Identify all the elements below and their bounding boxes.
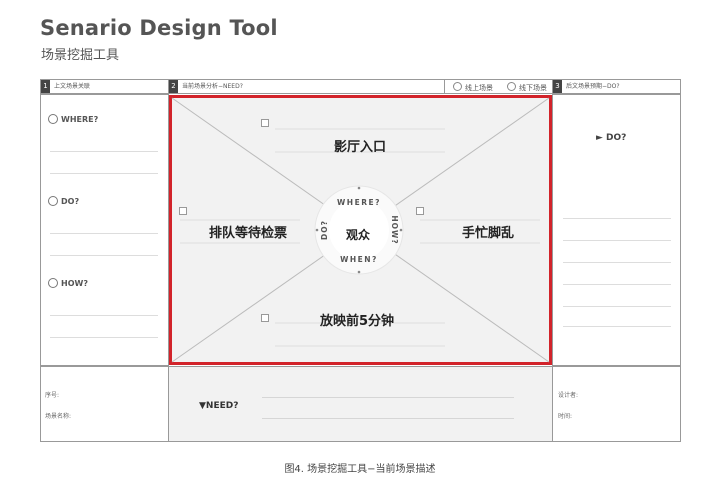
right-line — [563, 262, 671, 263]
ring-word-how: HOW? — [390, 215, 399, 244]
right-line — [563, 218, 671, 219]
scene-top: 影厅入口 — [334, 140, 387, 155]
ring-dot — [399, 228, 403, 232]
need-line — [262, 418, 514, 419]
scene-right: 手忙脚乱 — [462, 226, 515, 241]
ring-dot — [357, 186, 361, 190]
ring-dot — [315, 228, 319, 232]
hub-label: 观众 — [346, 228, 371, 242]
scene-left: 排队等待检票 — [209, 226, 288, 241]
checkbox-left[interactable] — [179, 207, 187, 215]
ring-word-when: WHEN? — [340, 255, 378, 264]
figure-caption: 图4. 场景挖掘工具−当前场景描述 — [284, 464, 436, 475]
need-line — [262, 397, 514, 398]
field-serial: 序号: — [45, 392, 60, 399]
right-line — [563, 306, 671, 307]
right-line — [563, 326, 671, 327]
field-designer: 设计者: — [558, 392, 579, 399]
bottom-left-panel — [40, 366, 169, 442]
ring-word-do: DO? — [320, 220, 329, 240]
checkbox-bottom[interactable] — [261, 314, 269, 322]
right-line — [563, 284, 671, 285]
bottom-right-panel — [552, 366, 681, 442]
field-scene-name: 场景名称: — [45, 413, 72, 420]
checkbox-right[interactable] — [416, 207, 424, 215]
checkbox-top[interactable] — [261, 119, 269, 127]
right-line — [563, 240, 671, 241]
do-label: ► DO? — [596, 133, 627, 143]
ring-word-where: WHERE? — [337, 198, 381, 207]
field-time: 时间: — [558, 413, 573, 420]
scene-bottom: 放映前5分钟 — [320, 314, 395, 329]
need-label: ▼NEED? — [199, 401, 239, 411]
ring-dot — [357, 270, 361, 274]
